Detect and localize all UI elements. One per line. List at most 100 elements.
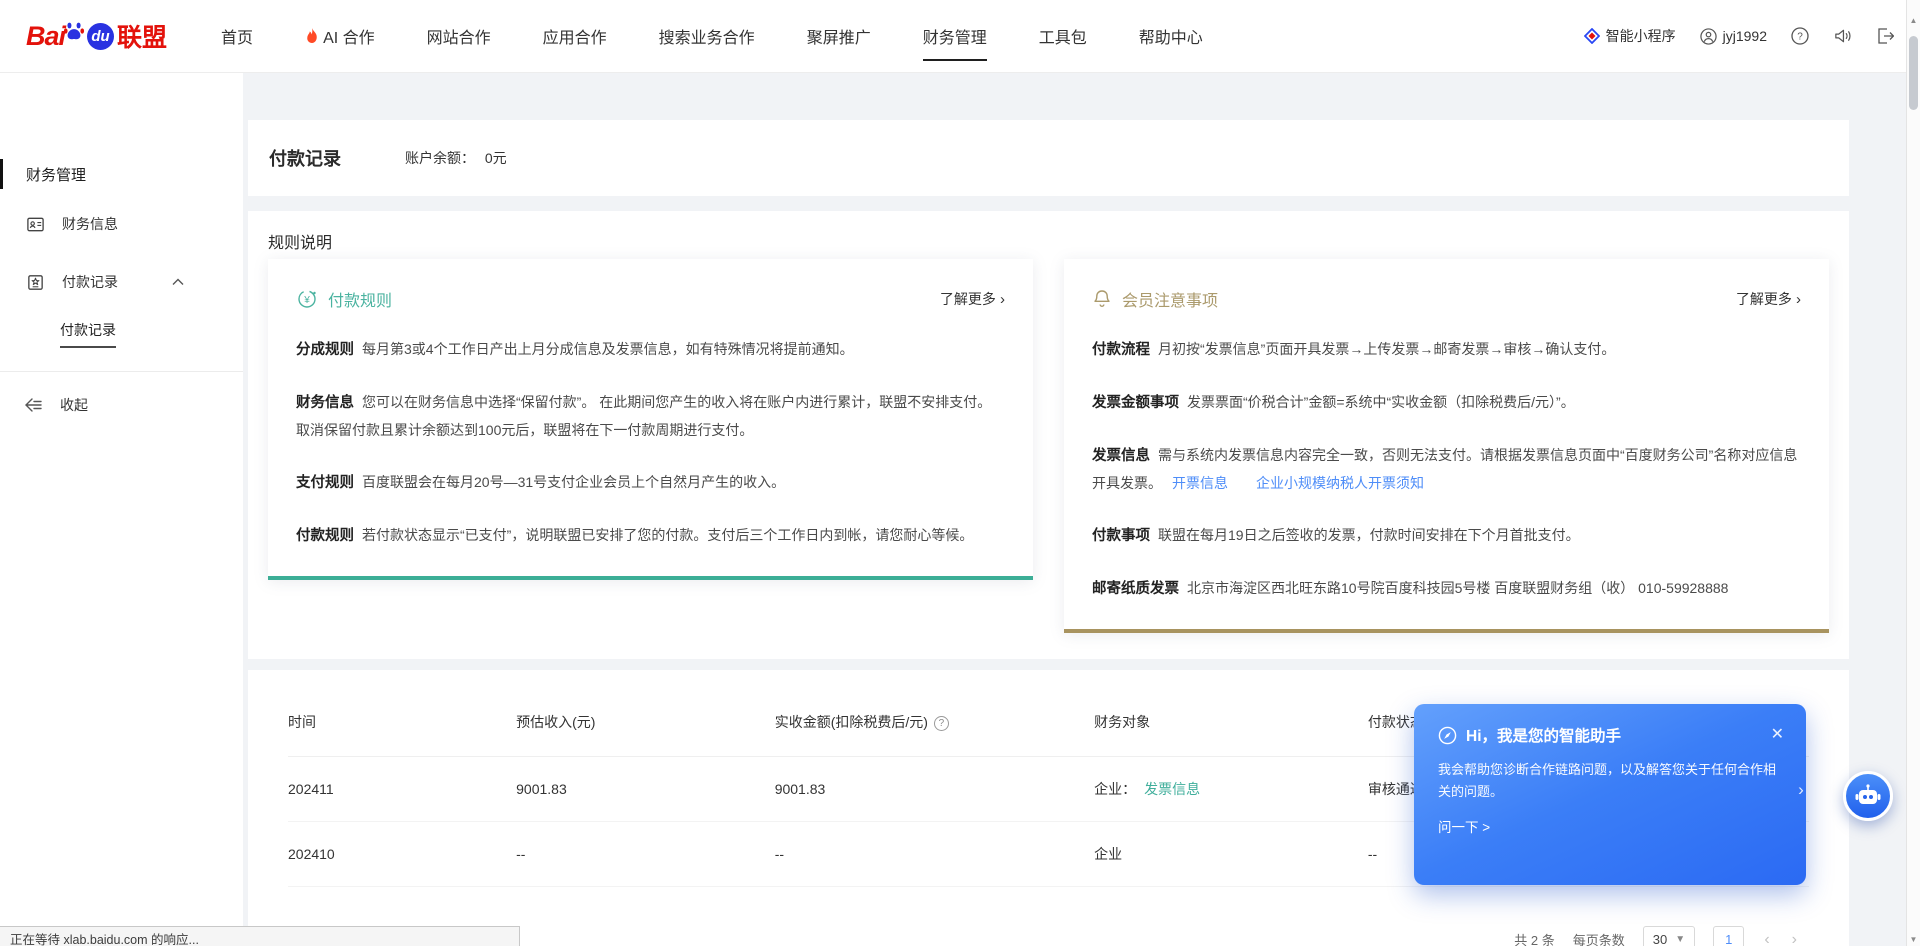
rule-line-payment-flow: 付款流程月初按“发票信息”页面开具发票→上传发票→邮寄发票→审核→确认支付。 [1092,336,1801,364]
rule-line-payment-matters: 付款事项联盟在每月19日之后签收的发票，付款时间安排在下个月首批支付。 [1092,522,1801,550]
rules-section: 规则说明 ¥ 付款规则 了解更多 分成规则每月第3或4个工作日产出上月分成信息及… [248,211,1849,659]
sidebar: 财务管理 财务信息 付款记录 付款记录 [0,73,243,946]
receipt-badge-icon [26,273,45,292]
baidu-union-logo[interactable]: Bai du 联盟 [26,18,167,54]
coin-icon: ¥ [296,288,318,310]
scroll-down-icon[interactable]: ▼ [1907,935,1920,944]
payment-rules-head: ¥ 付款规则 了解更多 [296,287,1005,311]
robot-icon [1854,783,1882,809]
sidebar-divider [0,371,243,372]
assistant-header: Hi，我是您的智能助手 ✕ [1438,724,1784,746]
ask-now-link[interactable]: 问一下 > [1438,816,1784,836]
user-icon [1700,28,1717,45]
compass-icon [1438,726,1457,745]
nav-item-app-cooperation[interactable]: 应用合作 [517,0,633,73]
page-title: 付款记录 [269,145,341,171]
per-page-select[interactable]: 30▼ [1643,926,1695,946]
page-header-card: 付款记录 账户余额： 0元 [248,120,1849,196]
payment-rules-card: ¥ 付款规则 了解更多 分成规则每月第3或4个工作日产出上月分成信息及发票信息，… [268,259,1033,580]
member-notes-head: 会员注意事项 了解更多 [1092,287,1801,311]
announcement-speaker-icon[interactable] [1833,27,1852,45]
col-header-actual-amount: 实收金额(扣除税费后/元)? [775,712,1094,757]
paw-icon [63,20,85,42]
rule-line-invoice-amount: 发票金额事项发票票面“价税合计”金额=系统中“实收金额（扣除税费后/元）”。 [1092,389,1801,417]
cell-actual: -- [775,822,1094,887]
nav-item-home[interactable]: 首页 [195,0,279,73]
cell-target: 企业：发票信息 [1094,757,1368,822]
scrollbar-thumb[interactable] [1909,36,1918,110]
user-account[interactable]: jyj1992 [1700,28,1767,45]
rule-cards-row: ¥ 付款规则 了解更多 分成规则每月第3或4个工作日产出上月分成信息及发票信息，… [268,259,1829,633]
collapse-arrow-icon [24,398,42,412]
col-header-estimated-income: 预估收入(元) [516,712,775,757]
sidebar-item-payment-records[interactable]: 付款记录 [0,257,243,307]
svg-text:¥: ¥ [303,295,310,306]
nav-menu: 首页 AI 合作 网站合作 应用合作 搜索业务合作 聚屏推广 财务管理 工具包 … [195,0,1229,73]
miniprogram-icon [1584,28,1600,44]
next-page-icon[interactable]: › [1790,931,1799,946]
pagination: 共 2 条 每页条数 30▼ 1 ‹ › [1514,926,1799,946]
invoice-info-link[interactable]: 开票信息 [1172,475,1228,491]
status-text: 正在等待 xlab.baidu.com 的响应... [10,933,199,946]
rules-section-title: 规则说明 [268,229,1829,253]
cell-target: 企业 [1094,822,1368,887]
assistant-popup: Hi，我是您的智能助手 ✕ 我会帮助您诊断合作链路问题，以及解答您关于任何合作相… [1414,704,1806,885]
close-icon[interactable]: ✕ [1771,727,1784,743]
balance-label: 账户余额： [405,150,475,166]
member-notes-more-link[interactable]: 了解更多 [1736,289,1801,309]
caret-down-icon: ▼ [1675,934,1685,945]
small-taxpayer-notice-link[interactable]: 企业小规模纳税人开票须知 [1256,475,1424,491]
nav-item-toolkit[interactable]: 工具包 [1013,0,1113,73]
smart-miniprogram-link[interactable]: 智能小程序 [1584,26,1676,46]
logo-text-bai: Bai [26,21,65,52]
assistant-robot-button[interactable] [1843,771,1893,821]
nav-item-search-cooperation[interactable]: 搜索业务合作 [633,0,781,73]
bell-icon [1092,288,1112,310]
sidebar-subitem-payment-records[interactable]: 付款记录 [0,311,243,357]
logo-text-du: du [87,23,114,50]
nav-item-screen-promotion[interactable]: 聚屏推广 [781,0,897,73]
invoice-info-table-link[interactable]: 发票信息 [1144,781,1200,797]
cell-time: 202411 [288,757,516,822]
rule-line-pay-rule: 支付规则百度联盟会在每月20号—31号支付企业会员上个自然月产生的收入。 [296,469,1005,497]
nav-item-help-center[interactable]: 帮助中心 [1113,0,1229,73]
nav-right: 智能小程序 jyj1992 ? [1584,26,1894,46]
help-icon[interactable]: ? [1791,27,1809,45]
cell-time: 202410 [288,822,516,887]
id-card-icon [26,215,45,234]
nav-item-finance-management[interactable]: 财务管理 [897,0,1013,73]
rule-line-mail-invoice: 邮寄纸质发票北京市海淀区西北旺东路10号院百度科技园5号楼 百度联盟财务组（收）… [1092,575,1801,603]
cell-actual: 9001.83 [775,757,1094,822]
balance-value: 0元 [485,150,507,166]
sidebar-collapse-button[interactable]: 收起 [0,380,243,430]
payment-rules-title: 付款规则 [328,287,392,311]
per-page-label: 每页条数 [1573,930,1625,946]
nav-item-website-cooperation[interactable]: 网站合作 [401,0,517,73]
rule-line-payment-status: 付款规则若付款状态显示“已支付”，说明联盟已安排了您的付款。支付后三个工作日内到… [296,522,1005,550]
baidu-union-finance-page: Bai du 联盟 首页 AI 合作 网站合作 应用合作 搜索业务合作 聚屏推广… [0,0,1920,946]
column-help-icon[interactable]: ? [934,716,949,731]
assistant-title: Hi，我是您的智能助手 [1466,724,1621,746]
logout-icon[interactable] [1876,27,1894,45]
assistant-side-arrow-icon[interactable]: › [1792,770,1810,810]
account-balance: 账户余额： 0元 [405,148,507,168]
rule-line-share: 分成规则每月第3或4个工作日产出上月分成信息及发票信息，如有特殊情况将提前通知。 [296,336,1005,364]
assistant-message: 我会帮助您诊断合作链路问题，以及解答您关于任何合作相关的问题。 [1438,759,1784,803]
flame-icon [305,28,319,44]
vertical-scrollbar[interactable]: ▲ ▼ [1906,0,1920,946]
top-nav: Bai du 联盟 首页 AI 合作 网站合作 应用合作 搜索业务合作 聚屏推广… [0,0,1920,73]
page-number-button[interactable]: 1 [1713,926,1744,946]
cell-estimated: 9001.83 [516,757,775,822]
prev-page-icon[interactable]: ‹ [1762,931,1771,946]
svg-text:?: ? [1797,32,1803,43]
nav-item-ai-cooperation[interactable]: AI 合作 [279,0,401,73]
col-header-time: 时间 [288,712,516,757]
col-header-finance-target: 财务对象 [1094,712,1368,757]
logo-text-union: 联盟 [117,18,167,54]
sidebar-section-finance-management: 财务管理 [0,157,243,191]
scroll-up-icon[interactable]: ▲ [1907,16,1920,25]
chevron-up-icon [172,278,184,286]
total-count: 共 2 条 [1514,930,1554,946]
payment-rules-more-link[interactable]: 了解更多 [940,289,1005,309]
sidebar-item-finance-info[interactable]: 财务信息 [0,199,243,249]
